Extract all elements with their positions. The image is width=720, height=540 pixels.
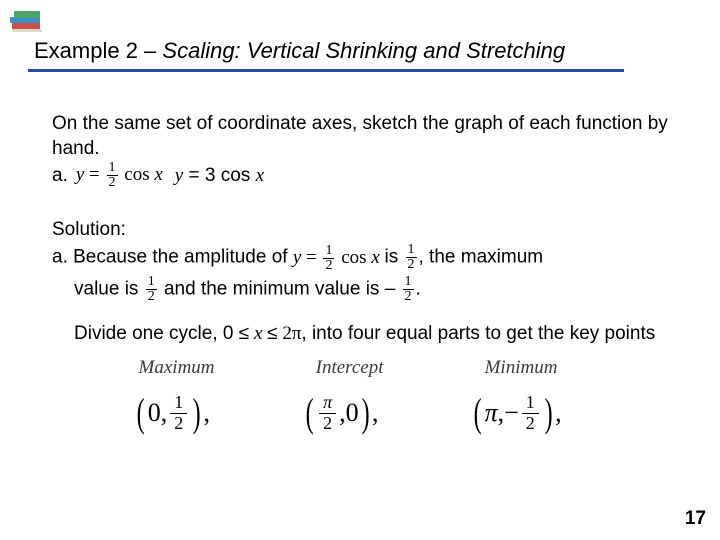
tuple-val: π <box>485 396 498 430</box>
le-icon: ≤ <box>267 323 277 344</box>
fraction-half-neg: 12 <box>403 275 414 304</box>
sol-text-3: , the maximum <box>419 247 544 268</box>
sol-text-1: a. Because the amplitude of <box>52 247 293 268</box>
dc-x: x <box>249 323 267 344</box>
le-icon: ≤ <box>239 323 249 344</box>
tuple-val: 0 <box>148 396 161 430</box>
sol-text-6: . <box>416 278 421 299</box>
equation-b: y = 3 cos x <box>175 164 264 189</box>
fraction-half: 12 <box>406 243 417 272</box>
tuple-trail: , <box>372 396 379 430</box>
tuple-intercept: ( π2, 0 ), <box>303 393 379 434</box>
sol-text-5: and the minimum value is – <box>164 278 395 299</box>
slide-content: On the same set of coordinate axes, sket… <box>52 112 668 434</box>
dc-1: Divide one cycle, 0 <box>74 323 239 344</box>
solution-block: Solution: a. Because the amplitude of y … <box>52 218 668 303</box>
dc-2pi: 2π <box>278 323 302 344</box>
title-italic: Scaling: Vertical Shrinking and Stretchi… <box>162 38 565 63</box>
divide-cycle-text: Divide one cycle, 0 ≤ x ≤ 2π, into four … <box>52 322 668 347</box>
fraction-half: 12 <box>146 275 157 304</box>
sol-text-2: is <box>385 247 404 268</box>
solution-heading: Solution: <box>52 218 668 243</box>
problem-items: a. y = 12 cos x b. y = 3 cos x <box>52 161 668 190</box>
keypoint-labels: Maximum Intercept Minimum <box>88 356 608 381</box>
label-intercept: Intercept <box>316 356 384 381</box>
item-a-label: a. <box>52 164 68 189</box>
solution-line-2: value is 12 and the minimum value is – 1… <box>52 275 668 304</box>
example-title: Example 2 – Scaling: Vertical Shrinking … <box>34 38 565 64</box>
tuple-val: 0 <box>346 396 359 430</box>
example-title-bar: Example 2 – Scaling: Vertical Shrinking … <box>28 32 624 72</box>
page-number: 17 <box>685 508 706 530</box>
label-minimum: Minimum <box>485 356 558 381</box>
equation-a: y = 12 cos x <box>76 161 163 190</box>
tuple-minimum: ( π, − 12 ), <box>471 393 561 434</box>
neg-sign: − <box>504 396 519 430</box>
solution-line-1: a. Because the amplitude of y = 12 cos x… <box>52 243 668 273</box>
label-maximum: Maximum <box>139 356 215 381</box>
problem-block: On the same set of coordinate axes, sket… <box>52 112 668 190</box>
tuple-maximum: ( 0, 12 ), <box>134 393 210 434</box>
title-prefix: Example 2 – <box>34 38 162 63</box>
tuple-trail: , <box>555 396 562 430</box>
keypoint-tuples: ( 0, 12 ), ( π2, 0 ), ( π, − 12 ), <box>88 393 608 434</box>
sol-text-4: value is <box>74 278 144 299</box>
inline-equation: y = 12 cos x <box>293 247 385 268</box>
dc-2: , into four equal parts to get the key p… <box>301 323 655 344</box>
tuple-trail: , <box>204 396 211 430</box>
problem-intro: On the same set of coordinate axes, sket… <box>52 112 668 161</box>
tuple-comma: , <box>161 396 168 430</box>
